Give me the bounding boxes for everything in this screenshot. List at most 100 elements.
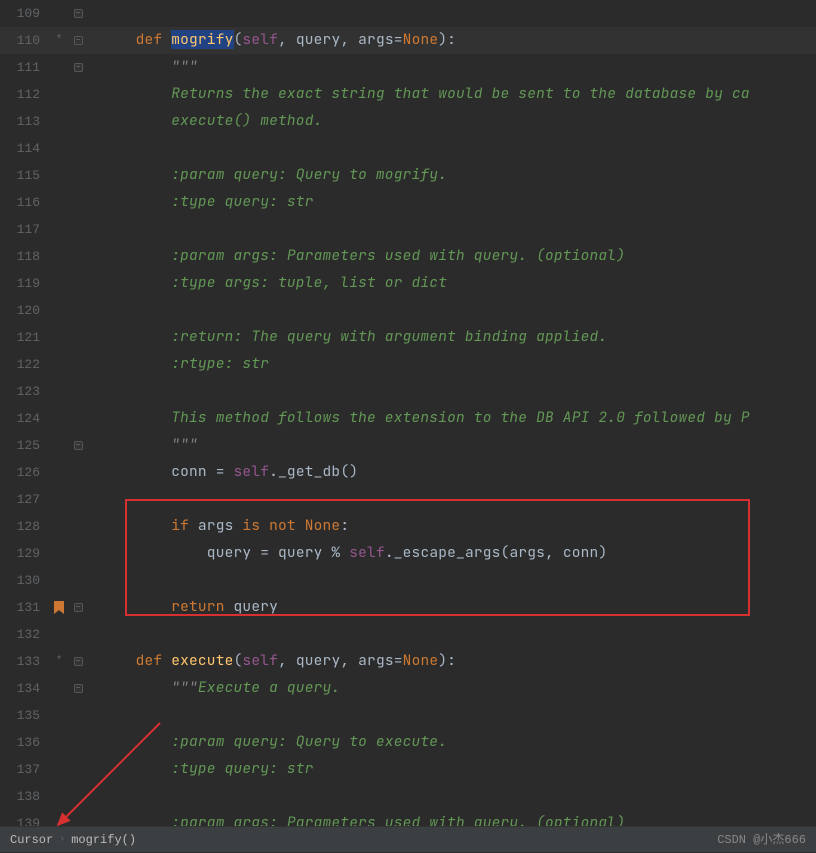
code-text[interactable]: execute() method. [88,114,816,129]
line-number[interactable]: 128 [0,520,50,533]
line-number[interactable]: 136 [0,736,50,749]
line-number[interactable]: 137 [0,763,50,776]
code-text[interactable]: """ [88,60,816,75]
code-line[interactable]: 139 :param args: Parameters used with qu… [0,810,816,826]
code-text[interactable]: :type query: str [88,195,816,210]
line-number[interactable]: 125 [0,439,50,452]
code-line[interactable]: 127 [0,486,816,513]
fold-gutter[interactable]: − [68,441,88,450]
code-text[interactable]: Returns the exact string that would be s… [88,87,816,102]
line-number[interactable]: 121 [0,331,50,344]
code-line[interactable]: 120 [0,297,816,324]
fold-gutter[interactable]: − [68,657,88,666]
code-line[interactable]: 119 :type args: tuple, list or dict [0,270,816,297]
line-number[interactable]: 114 [0,142,50,155]
line-number[interactable]: 118 [0,250,50,263]
code-line[interactable]: 129 query = query % self._escape_args(ar… [0,540,816,567]
code-line[interactable]: 124 This method follows the extension to… [0,405,816,432]
fold-gutter[interactable]: − [68,684,88,693]
code-line[interactable]: 125 − """ [0,432,816,459]
code-line[interactable]: 112 Returns the exact string that would … [0,81,816,108]
code-text[interactable]: return query [88,600,816,615]
fold-open-icon[interactable]: − [74,36,83,45]
breadcrumb-method[interactable]: mogrify() [71,834,136,846]
code-line[interactable]: 110*− def mogrify(self, query, args=None… [0,27,816,54]
line-number[interactable]: 115 [0,169,50,182]
fold-open-icon[interactable]: − [74,63,83,72]
fold-gutter[interactable]: − [68,603,88,612]
line-number[interactable]: 134 [0,682,50,695]
breadcrumb[interactable]: Cursor › mogrify() [10,834,136,846]
line-number[interactable]: 116 [0,196,50,209]
line-number[interactable]: 133 [0,655,50,668]
line-number[interactable]: 120 [0,304,50,317]
code-text[interactable]: def execute(self, query, args=None): [88,654,816,669]
fold-open-icon[interactable]: − [74,657,83,666]
line-number[interactable]: 117 [0,223,50,236]
code-text[interactable]: This method follows the extension to the… [88,411,816,426]
code-text[interactable]: query = query % self._escape_args(args, … [88,546,816,561]
code-text[interactable]: :return: The query with argument binding… [88,330,816,345]
code-line[interactable]: 132 [0,621,816,648]
code-line[interactable]: 122 :rtype: str [0,351,816,378]
line-number[interactable]: 111 [0,61,50,74]
line-number[interactable]: 109 [0,7,50,20]
code-line[interactable]: 133*− def execute(self, query, args=None… [0,648,816,675]
code-line[interactable]: 115 :param query: Query to mogrify. [0,162,816,189]
code-line[interactable]: 136 :param query: Query to execute. [0,729,816,756]
line-number[interactable]: 135 [0,709,50,722]
fold-close-icon[interactable]: − [74,441,83,450]
fold-gutter[interactable]: − [68,63,88,72]
code-line[interactable]: 117 [0,216,816,243]
code-text[interactable]: :param args: Parameters used with query.… [88,249,816,264]
code-text[interactable]: def mogrify(self, query, args=None): [88,33,816,48]
fold-close-icon[interactable]: − [74,603,83,612]
code-line[interactable]: 128 if args is not None: [0,513,816,540]
line-number[interactable]: 119 [0,277,50,290]
code-line[interactable]: 138 [0,783,816,810]
code-text[interactable]: """Execute a query. [88,681,816,696]
line-number[interactable]: 124 [0,412,50,425]
code-line[interactable]: 113 execute() method. [0,108,816,135]
line-number[interactable]: 127 [0,493,50,506]
code-text[interactable]: :type query: str [88,762,816,777]
code-text[interactable]: :param query: Query to mogrify. [88,168,816,183]
fold-gutter[interactable]: − [68,9,88,18]
line-number[interactable]: 113 [0,115,50,128]
line-number[interactable]: 131 [0,601,50,614]
fold-gutter[interactable]: − [68,36,88,45]
code-text[interactable]: """ [88,438,816,453]
line-number[interactable]: 130 [0,574,50,587]
code-text[interactable]: conn = self._get_db() [88,465,816,480]
breadcrumb-class[interactable]: Cursor [10,834,53,846]
line-number[interactable]: 139 [0,817,50,826]
fold-close-icon[interactable]: − [74,9,83,18]
code-line[interactable]: 130 [0,567,816,594]
code-line[interactable]: 134 − """Execute a query. [0,675,816,702]
code-text[interactable]: if args is not None: [88,519,816,534]
line-number[interactable]: 122 [0,358,50,371]
code-text[interactable]: :rtype: str [88,357,816,372]
line-number[interactable]: 138 [0,790,50,803]
line-number[interactable]: 126 [0,466,50,479]
code-area[interactable]: 109−110*− def mogrify(self, query, args=… [0,0,816,826]
code-line[interactable]: 131 − return query [0,594,816,621]
code-text[interactable]: :type args: tuple, list or dict [88,276,816,291]
code-line[interactable]: 114 [0,135,816,162]
code-line[interactable]: 121 :return: The query with argument bin… [0,324,816,351]
code-line[interactable]: 116 :type query: str [0,189,816,216]
code-editor[interactable]: 109−110*− def mogrify(self, query, args=… [0,0,816,826]
line-number[interactable]: 110 [0,34,50,47]
code-line[interactable]: 111 − """ [0,54,816,81]
code-text[interactable]: :param query: Query to execute. [88,735,816,750]
fold-open-icon[interactable]: − [74,684,83,693]
code-line[interactable]: 109 − [0,0,816,27]
line-number[interactable]: 129 [0,547,50,560]
code-text[interactable]: :param args: Parameters used with query.… [88,816,816,826]
line-number[interactable]: 112 [0,88,50,101]
line-number[interactable]: 123 [0,385,50,398]
code-line[interactable]: 118 :param args: Parameters used with qu… [0,243,816,270]
code-line[interactable]: 126 conn = self._get_db() [0,459,816,486]
code-line[interactable]: 123 [0,378,816,405]
code-line[interactable]: 137 :type query: str [0,756,816,783]
